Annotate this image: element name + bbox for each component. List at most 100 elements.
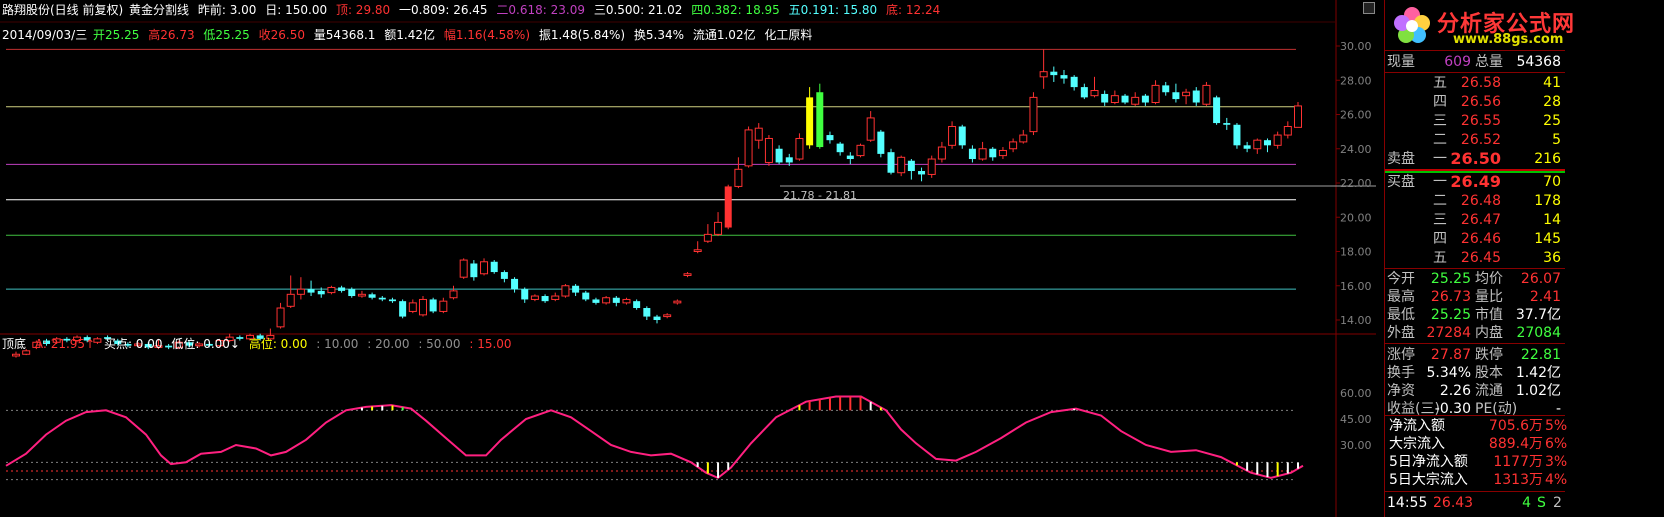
candle-body: [663, 314, 672, 318]
candle-body: [734, 168, 743, 187]
price-axis-label: 20.00: [1340, 211, 1372, 224]
price-chart[interactable]: 30.00 28.00 26.00 24.00 22.00 20.00 18.00 16.00…: [0, 0, 1376, 517]
separator: [1385, 415, 1565, 416]
candle-body: [998, 149, 1007, 157]
ind-v15: : 15.00: [469, 337, 512, 351]
stat-label-left: 净资: [1387, 383, 1415, 399]
price-axis-label: 30.00: [1340, 40, 1372, 53]
stat-value-left: 26.73: [1430, 289, 1471, 305]
candle-body: [978, 148, 987, 160]
candle-body: [500, 272, 508, 279]
ask-row: 卖盘一 26.50 216: [1385, 150, 1565, 168]
candle-body: [348, 289, 356, 297]
bid-price: 26.45: [1460, 250, 1501, 266]
flow-label: 5日净流入额: [1389, 454, 1468, 470]
bid-volume: 36: [1543, 250, 1561, 266]
candle-body: [1121, 95, 1129, 103]
candle-body: [1110, 95, 1119, 104]
stat-label-right: 流通: [1475, 383, 1503, 399]
stat-value-right: 26.07: [1520, 271, 1561, 287]
candle-body: [918, 171, 926, 175]
stat-label-right: 股本: [1475, 365, 1503, 381]
candle-body: [429, 299, 437, 312]
price-axis-label: 28.00: [1340, 74, 1372, 87]
flow-label: 净流入额: [1389, 418, 1445, 434]
candle-body: [795, 137, 804, 160]
stat-label-left: 最低: [1387, 307, 1415, 323]
stat-label-left: 外盘: [1387, 325, 1415, 341]
candle-body: [480, 261, 489, 275]
stat-value-left: 2.26: [1439, 383, 1471, 399]
flow-row: 5日大宗流入 1313万 4%: [1385, 471, 1567, 489]
candle-body: [683, 273, 692, 276]
price-axis-label: 16.00: [1340, 280, 1372, 293]
top-label: 顶: 29.80: [335, 3, 391, 17]
flow-value: 705.6万: [1488, 418, 1543, 434]
candle-body: [1009, 141, 1018, 150]
candle-body: [449, 290, 458, 299]
flow-row: 净流入额 705.6万 5%: [1385, 417, 1568, 435]
candle-body: [1213, 97, 1221, 124]
stat-value-left: 27.87: [1430, 347, 1471, 363]
stat-value-left: 25.25: [1430, 307, 1471, 323]
candle-body: [327, 286, 336, 294]
stat-label-left: 今开: [1387, 271, 1415, 287]
price-axis-label: 24.00: [1340, 143, 1372, 156]
candle-body: [703, 233, 712, 242]
separator: [1385, 72, 1565, 73]
candle-body: [1273, 134, 1282, 146]
candle-body: [1243, 145, 1251, 149]
prev-label: 昨前: 3.00: [197, 3, 257, 17]
flow-value: 1313万: [1493, 472, 1543, 488]
chart-area[interactable]: 30.00 28.00 26.00 24.00 22.00 20.00 18.00 16.00…: [0, 0, 1376, 517]
candle-body: [470, 263, 478, 278]
bid-volume: 14: [1543, 212, 1561, 228]
bid-volume: 70: [1543, 174, 1561, 190]
flow-percent: 6%: [1545, 436, 1568, 452]
candle-body: [633, 301, 641, 309]
stat-value-left: 25.25: [1430, 271, 1471, 287]
range-label: 21.78 - 21.81: [783, 189, 857, 202]
stat-row: 最低 25.25 市值 37.7亿: [1385, 306, 1565, 324]
candle-body: [1182, 91, 1191, 97]
bid-row: 三 26.47 14: [1385, 211, 1565, 229]
candle-body: [612, 297, 620, 303]
candle-body: [551, 295, 560, 300]
separator: [1385, 268, 1565, 269]
stat-value-right: 2.41: [1529, 289, 1561, 305]
candle-body: [826, 135, 834, 141]
ask-row: 三 26.55 25: [1385, 112, 1565, 130]
oscillator-line: [5, 395, 1304, 480]
tick-volume: 4: [1522, 495, 1531, 511]
candle-body: [561, 285, 570, 297]
ask-row: 五 26.58 41: [1385, 74, 1565, 92]
candle-body: [338, 287, 346, 291]
candle-body: [866, 117, 875, 141]
candle-body: [907, 160, 915, 172]
candle-body: [1172, 92, 1180, 100]
candle-body: [653, 316, 661, 320]
level-5-label: 五0.191: 15.80: [788, 3, 878, 17]
ask-row: 二 26.52 5: [1385, 131, 1565, 149]
flow-percent: 5%: [1545, 418, 1568, 434]
candle-body: [317, 290, 325, 295]
candle-body: [958, 126, 966, 146]
indicator-name[interactable]: 黄金分割线: [129, 3, 189, 17]
stat-label-right: 均价: [1475, 271, 1503, 287]
candle-body: [399, 301, 407, 317]
bar-high: 高26.73: [148, 28, 195, 42]
candle-body: [1090, 90, 1099, 97]
candle-body: [1070, 76, 1078, 88]
ind-name[interactable]: 顶底: [2, 337, 26, 351]
bar-turnover: 换5.34%: [633, 28, 685, 42]
flow-value: 889.4万: [1488, 436, 1543, 452]
candle-body: [408, 302, 417, 312]
candle-body: [286, 293, 295, 307]
total-volume-value: 54368: [1516, 54, 1561, 70]
bid-row: 买盘一 26.49 70: [1385, 173, 1565, 191]
panel-toggle-button[interactable]: [1363, 2, 1375, 14]
candle-body: [490, 261, 498, 273]
ask-price: 26.50: [1450, 149, 1501, 168]
stock-title[interactable]: 路翔股份(日线 前复权): [2, 3, 123, 17]
stat-value-right: 1.02亿: [1515, 383, 1561, 399]
